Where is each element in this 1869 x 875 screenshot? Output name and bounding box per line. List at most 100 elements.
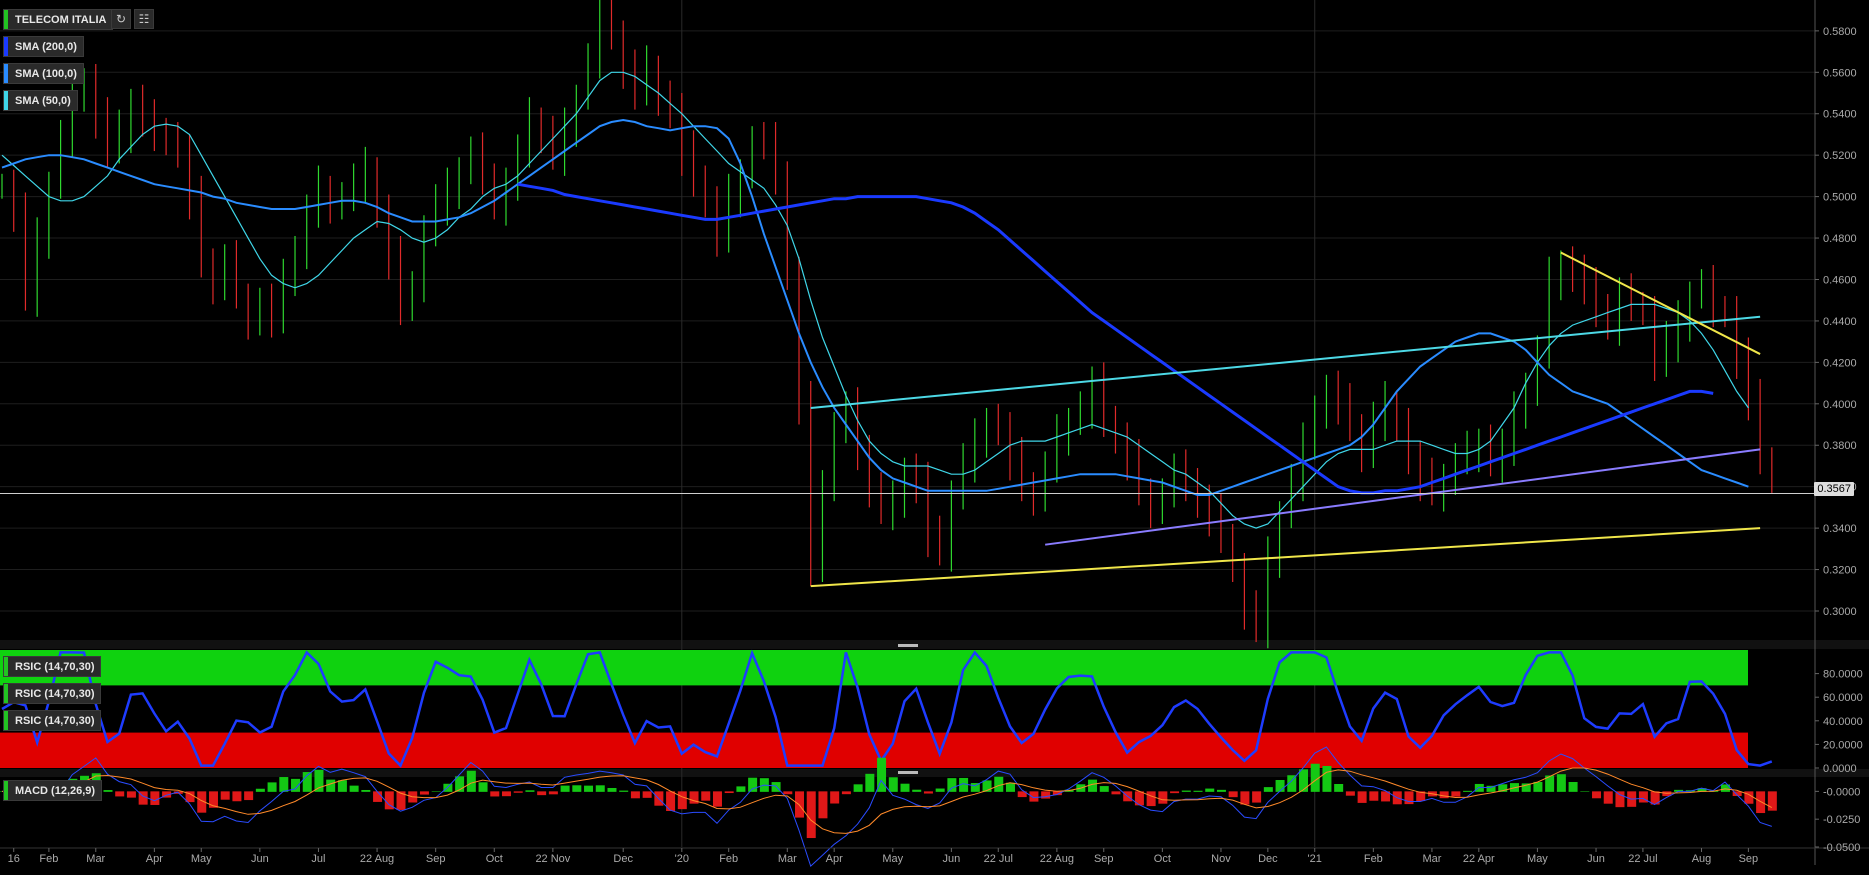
y-tick-label: 0.5600: [1823, 67, 1857, 79]
macd-histogram-bar: [818, 791, 828, 819]
macd-histogram-bar: [314, 769, 324, 792]
legend-label: MACD (12,26,9): [15, 784, 96, 797]
macd-histogram-bar: [1041, 791, 1051, 799]
macd-histogram-bar: [783, 791, 793, 795]
rsi-oversold-zone: [0, 732, 1748, 768]
macd-histogram-bar: [337, 780, 347, 792]
refresh-icon[interactable]: ↻: [111, 9, 131, 29]
macd-histogram-bar: [1603, 791, 1613, 804]
instrument-legend[interactable]: TELECOM ITALIA: [3, 9, 114, 30]
legend-rsi-3[interactable]: RSIC (14,70,30): [3, 710, 102, 731]
y-tick-label: 80.0000: [1823, 669, 1863, 681]
instrument-name: TELECOM ITALIA: [15, 13, 107, 26]
macd-histogram-bar: [853, 784, 863, 792]
macd-histogram-bar: [361, 789, 371, 792]
macd-histogram-bar: [1322, 765, 1332, 792]
x-tick-label: Sep: [1739, 853, 1759, 865]
macd-histogram-bar: [255, 788, 265, 792]
legend-swatch: [4, 657, 8, 676]
y-tick-label: 0.3000: [1823, 606, 1857, 618]
macd-histogram-bar: [748, 777, 758, 792]
macd-histogram-bar: [150, 791, 160, 805]
legend-swatch: [4, 91, 8, 110]
legend-rsi-2[interactable]: RSIC (14,70,30): [3, 683, 102, 704]
macd-histogram-bar: [1240, 791, 1250, 805]
macd-histogram-bar: [1005, 782, 1015, 792]
x-tick-label: Dec: [613, 853, 633, 865]
sma-50-line: [1, 71, 1749, 529]
macd-histogram-bar: [630, 791, 640, 799]
macd-histogram-bar: [279, 777, 289, 792]
y-tick-label: 0.5200: [1823, 150, 1857, 162]
y-tick-label: 0.3200: [1823, 565, 1857, 577]
x-tick-label: Mar: [778, 853, 797, 865]
macd-histogram-bar: [490, 791, 500, 797]
trendline: [1560, 251, 1761, 355]
macd-histogram-bar: [923, 791, 933, 794]
x-tick-label: Apr: [146, 853, 163, 865]
pane-drag-handle: [898, 771, 918, 774]
macd-histogram-bar: [1556, 774, 1566, 792]
macd-histogram-bar: [431, 791, 441, 792]
macd-histogram-bar: [935, 788, 945, 792]
ruler-icon[interactable]: ☷: [134, 9, 154, 29]
legend-swatch: [4, 781, 8, 800]
x-tick-label: Jul: [311, 853, 325, 865]
macd-histogram-bar: [478, 782, 488, 792]
macd-histogram-bar: [1615, 791, 1625, 808]
macd-histogram-bar: [619, 790, 629, 792]
macd-histogram-bar: [326, 779, 336, 792]
macd-signal-line: [2, 767, 1773, 834]
macd-histogram-bar: [642, 791, 652, 798]
x-tick-label: Dec: [1258, 853, 1278, 865]
legend-sma-200[interactable]: SMA (200,0): [3, 36, 84, 57]
macd-histogram-bar: [701, 791, 711, 801]
macd-histogram-bar: [865, 773, 875, 792]
legend-swatch: [4, 684, 8, 703]
legend-sma-50[interactable]: SMA (50,0): [3, 90, 78, 111]
macd-histogram-bar: [1463, 790, 1473, 792]
legend-macd[interactable]: MACD (12,26,9): [3, 780, 103, 801]
y-tick-label: 0.5400: [1823, 109, 1857, 121]
macd-histogram-bar: [1181, 790, 1191, 792]
macd-histogram-bar: [677, 791, 687, 810]
legend-label: SMA (100,0): [15, 67, 77, 80]
macd-histogram-bar: [1369, 791, 1379, 801]
y-tick-label: 60.0000: [1823, 692, 1863, 704]
trendline: [810, 527, 1761, 588]
legend-rsi-1[interactable]: RSIC (14,70,30): [3, 656, 102, 677]
macd-histogram-bar: [1275, 780, 1285, 792]
macd-histogram-bar: [736, 786, 746, 792]
chart-canvas[interactable]: 0.5800 0.5600 0.5400 0.5200 0.5000 0.4800 0.46…: [0, 0, 1869, 875]
x-tick-label: Mar: [86, 853, 105, 865]
y-tick-label: -0.0250: [1823, 814, 1860, 826]
x-tick-label: 22 Jul: [984, 853, 1013, 865]
macd-histogram-bar: [1357, 791, 1367, 803]
macd-histogram-bar: [220, 791, 230, 800]
legend-sma-100[interactable]: SMA (100,0): [3, 63, 84, 84]
x-tick-label: 22 Aug: [1040, 853, 1074, 865]
trendline: [1045, 448, 1761, 546]
macd-histogram-bar: [513, 791, 523, 793]
x-tick-label: May: [1527, 853, 1548, 865]
macd-histogram-bar: [1193, 790, 1203, 792]
y-tick-label: -0.0000: [1823, 786, 1860, 798]
x-tick-label: 22 Jul: [1628, 853, 1657, 865]
y-tick-label: 0.4400: [1823, 316, 1857, 328]
macd-histogram-bar: [1111, 791, 1121, 795]
x-tick-label: May: [191, 853, 212, 865]
macd-histogram-bar: [1592, 791, 1602, 799]
y-tick-label: 0.4000: [1823, 399, 1857, 411]
macd-histogram-bar: [712, 791, 722, 807]
y-tick-label: 0.5000: [1823, 192, 1857, 204]
macd-histogram-bar: [947, 778, 957, 792]
x-tick-label: Jun: [251, 853, 269, 865]
x-tick-label: Feb: [39, 853, 58, 865]
y-tick-label: 0.4600: [1823, 274, 1857, 286]
macd-histogram-bar: [1170, 791, 1180, 794]
price-plot: [0, 0, 1815, 649]
macd-histogram-bar: [244, 791, 254, 801]
macd-histogram-bar: [1029, 791, 1039, 802]
y-tick-label: 0.3400: [1823, 523, 1857, 535]
legend-label: RSIC (14,70,30): [15, 714, 95, 727]
